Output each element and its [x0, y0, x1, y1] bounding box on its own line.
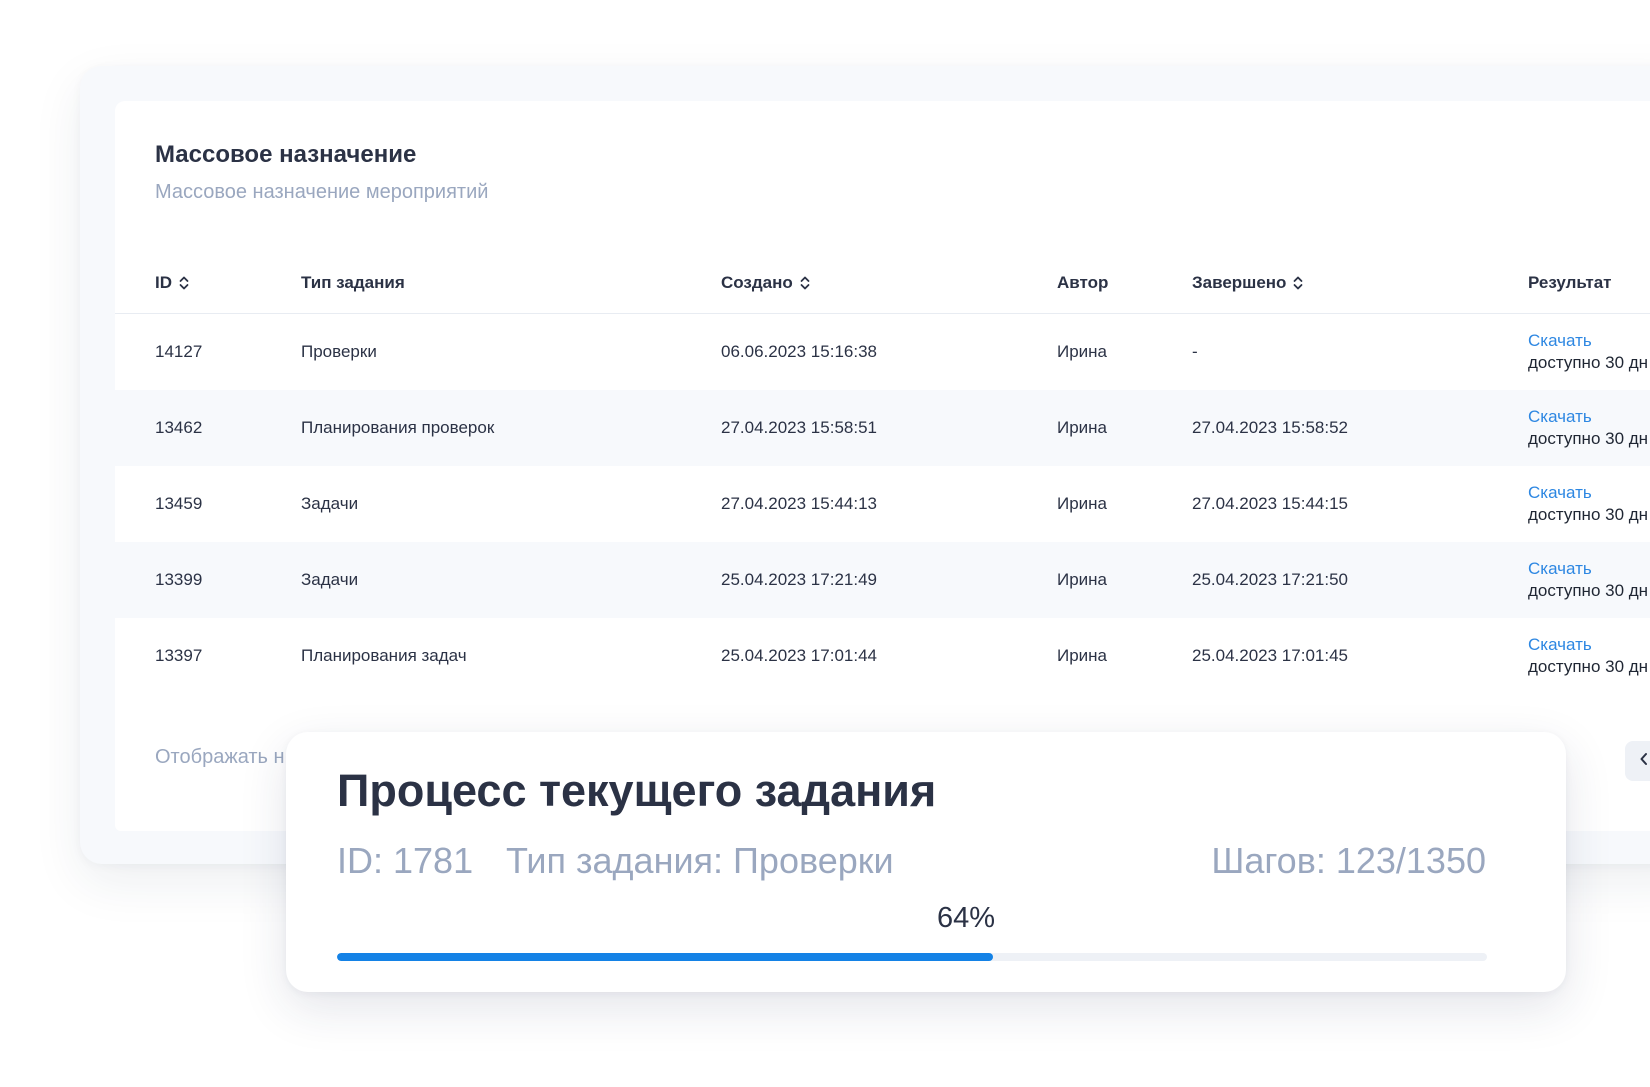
cell-id: 13399 [155, 570, 203, 589]
cell-id: 13459 [155, 494, 203, 513]
progress-percent: 64% [937, 902, 996, 934]
cell-id: 14127 [155, 342, 203, 361]
cell-author: Ирина [1057, 342, 1108, 361]
column-header-id-label: ID [155, 273, 172, 292]
cell-created: 27.04.2023 15:58:51 [721, 418, 877, 437]
chevron-left-icon [1639, 752, 1649, 771]
column-header-done-label: Завершено [1192, 273, 1287, 292]
column-header-author: Автор [1057, 253, 1108, 313]
download-link[interactable]: Скачать [1528, 330, 1592, 352]
progress-bar-fill [337, 953, 993, 961]
cell-type: Задачи [301, 494, 359, 513]
download-link[interactable]: Скачать [1528, 558, 1592, 580]
column-header-type-label: Тип задания [301, 273, 405, 292]
cell-type: Задачи [301, 570, 359, 589]
column-header-author-label: Автор [1057, 273, 1109, 292]
table-row[interactable]: 13459 Задачи 27.04.2023 15:44:13 Ирина 2… [115, 466, 1650, 542]
cell-author: Ирина [1057, 646, 1108, 665]
column-header-done[interactable]: Завершено [1192, 253, 1304, 313]
cell-result: Скачать доступно 30 дн [1528, 390, 1648, 466]
progress-bar [337, 953, 1487, 961]
cell-created: 06.06.2023 15:16:38 [721, 342, 877, 361]
column-header-created-label: Создано [721, 273, 793, 292]
cell-result: Скачать доступно 30 дн [1528, 542, 1648, 618]
task-id: ID: 1781 [337, 840, 474, 881]
task-steps: Шагов: 123/1350 [1211, 840, 1486, 881]
cell-result: Скачать доступно 30 дн [1528, 466, 1648, 542]
cell-done: - [1192, 342, 1198, 361]
availability-note: доступно 30 дн [1528, 505, 1649, 524]
table-row[interactable]: 13462 Планирования проверок 27.04.2023 1… [115, 390, 1650, 466]
availability-note: доступно 30 дн [1528, 581, 1649, 600]
pager-prev-button[interactable] [1625, 741, 1650, 781]
column-header-result: Результат [1528, 253, 1612, 313]
table-row[interactable]: 13399 Задачи 25.04.2023 17:21:49 Ирина 2… [115, 542, 1650, 618]
table-body: 14127 Проверки 06.06.2023 15:16:38 Ирина… [115, 314, 1650, 694]
cell-author: Ирина [1057, 494, 1108, 513]
cell-type: Планирования задач [301, 646, 467, 665]
column-header-created[interactable]: Создано [721, 253, 811, 313]
cell-created: 25.04.2023 17:01:44 [721, 646, 877, 665]
sort-icon[interactable] [799, 274, 811, 292]
cell-type: Проверки [301, 342, 377, 361]
download-link[interactable]: Скачать [1528, 406, 1592, 428]
cell-author: Ирина [1057, 418, 1108, 437]
mass-assignment-card: Массовое назначение Массовое назначение … [115, 101, 1650, 831]
cell-done: 25.04.2023 17:21:50 [1192, 570, 1348, 589]
cell-result: Скачать доступно 30 дн [1528, 618, 1648, 694]
cell-result: Скачать доступно 30 дн [1528, 314, 1648, 390]
cell-author: Ирина [1057, 570, 1108, 589]
sort-icon[interactable] [1292, 274, 1304, 292]
progress-title: Процесс текущего задания [337, 765, 937, 816]
column-header-id[interactable]: ID [155, 253, 190, 313]
column-header-type: Тип задания [301, 253, 405, 313]
cell-done: 25.04.2023 17:01:45 [1192, 646, 1348, 665]
availability-note: доступно 30 дн [1528, 657, 1649, 676]
cell-done: 27.04.2023 15:58:52 [1192, 418, 1348, 437]
cell-created: 25.04.2023 17:21:49 [721, 570, 877, 589]
card-subtitle: Массовое назначение мероприятий [155, 181, 489, 203]
download-link[interactable]: Скачать [1528, 634, 1592, 656]
task-type: Тип задания: Проверки [506, 840, 894, 881]
availability-note: доступно 30 дн [1528, 353, 1649, 372]
task-progress-panel: Процесс текущего задания ID: 1781 Тип за… [286, 732, 1566, 992]
column-header-result-label: Результат [1528, 273, 1612, 292]
cell-done: 27.04.2023 15:44:15 [1192, 494, 1348, 513]
cell-id: 13462 [155, 418, 203, 437]
availability-note: доступно 30 дн [1528, 429, 1649, 448]
cell-created: 27.04.2023 15:44:13 [721, 494, 877, 513]
table-row[interactable]: 14127 Проверки 06.06.2023 15:16:38 Ирина… [115, 314, 1650, 390]
cell-type: Планирования проверок [301, 418, 495, 437]
download-link[interactable]: Скачать [1528, 482, 1592, 504]
cell-id: 13397 [155, 646, 203, 665]
sort-icon[interactable] [178, 274, 190, 292]
page-size-label: Отображать н [155, 746, 285, 768]
table-row[interactable]: 13397 Планирования задач 25.04.2023 17:0… [115, 618, 1650, 694]
table-header: ID Тип задания Создано Автор Завершено Р… [115, 253, 1650, 314]
card-title: Массовое назначение [155, 141, 417, 168]
